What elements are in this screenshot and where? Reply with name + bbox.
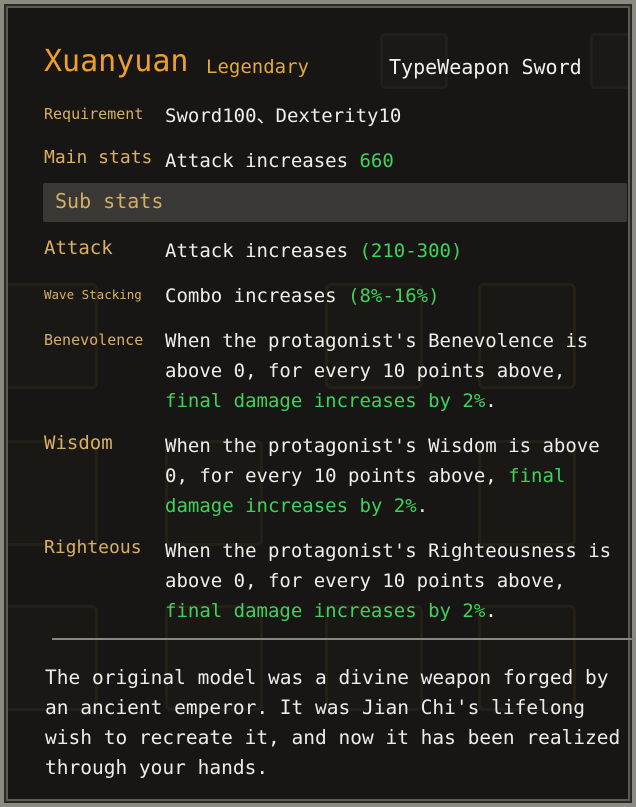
item-lore: The original model was a divine weapon f… — [45, 666, 621, 779]
sub-stat-text: When the protagonist's Benevolence is ab… — [165, 330, 589, 382]
requirement-label: Requirement — [44, 105, 144, 123]
sub-stat-label: Righteous — [44, 537, 142, 558]
main-stats-label: Main stats — [44, 147, 153, 168]
sub-stat-value: When the protagonist's Righteousness is … — [165, 536, 626, 626]
sub-stat-wave-stacking: Wave Stacking Combo increases (8%-16%) — [44, 281, 626, 311]
sub-stat-value: Attack increases (210-300) — [165, 236, 626, 266]
sub-stat-wisdom: Wisdom When the protagonist's Wisdom is … — [44, 431, 626, 521]
sub-stat-bonus: final damage increases by 2% — [165, 390, 486, 412]
sub-stat-label: Wave Stacking — [44, 287, 142, 302]
sub-stat-suffix: . — [416, 495, 429, 517]
sub-stat-suffix: . — [485, 600, 497, 622]
sub-stat-attack: Attack Attack increases (210-300) — [44, 236, 626, 266]
sub-stat-label: Attack — [44, 237, 113, 259]
main-stats-number: 660 — [359, 150, 394, 172]
item-rarity: Legendary — [206, 56, 309, 78]
sub-stat-value: When the protagonist's Wisdom is above 0… — [165, 431, 626, 521]
sub-stat-value: When the protagonist's Benevolence is ab… — [165, 326, 626, 416]
sub-stat-value: Combo increases (8%-16%) — [165, 281, 626, 311]
main-stats-value: Attack increases 660 — [165, 146, 626, 176]
sub-stat-label: Benevolence — [44, 331, 144, 349]
sub-stat-text: Attack increases — [165, 240, 360, 262]
main-stats-text: Attack increases — [165, 150, 360, 172]
item-type: TypeWeapon Sword — [389, 55, 582, 79]
item-name: Xuanyuan — [44, 44, 189, 79]
main-stats-row: Main stats Attack increases 660 — [44, 146, 626, 176]
item-tooltip: Xuanyuan Legendary TypeWeapon Sword Requ… — [0, 0, 636, 807]
sub-stat-range: (210-300) — [359, 240, 463, 262]
sub-stat-text: Combo increases — [165, 285, 349, 307]
sub-stat-text: When the protagonist's Righteousness is … — [165, 540, 612, 592]
sub-stat-range: (8%-16%) — [348, 285, 440, 307]
requirement-row: Requirement Sword100、Dexterity10 — [44, 101, 626, 131]
sub-stat-benevolence: Benevolence When the protagonist's Benev… — [44, 326, 626, 416]
sub-stat-label: Wisdom — [44, 432, 113, 454]
sub-stats-title: Sub stats — [55, 189, 164, 213]
divider — [52, 638, 636, 640]
sub-stat-bonus: final damage increases by 2% — [165, 600, 486, 622]
sub-stat-suffix: . — [485, 390, 497, 412]
requirement-value: Sword100、Dexterity10 — [165, 105, 402, 127]
sub-stats-header: Sub stats — [43, 183, 627, 222]
sub-stat-righteous: Righteous When the protagonist's Righteo… — [44, 536, 626, 626]
